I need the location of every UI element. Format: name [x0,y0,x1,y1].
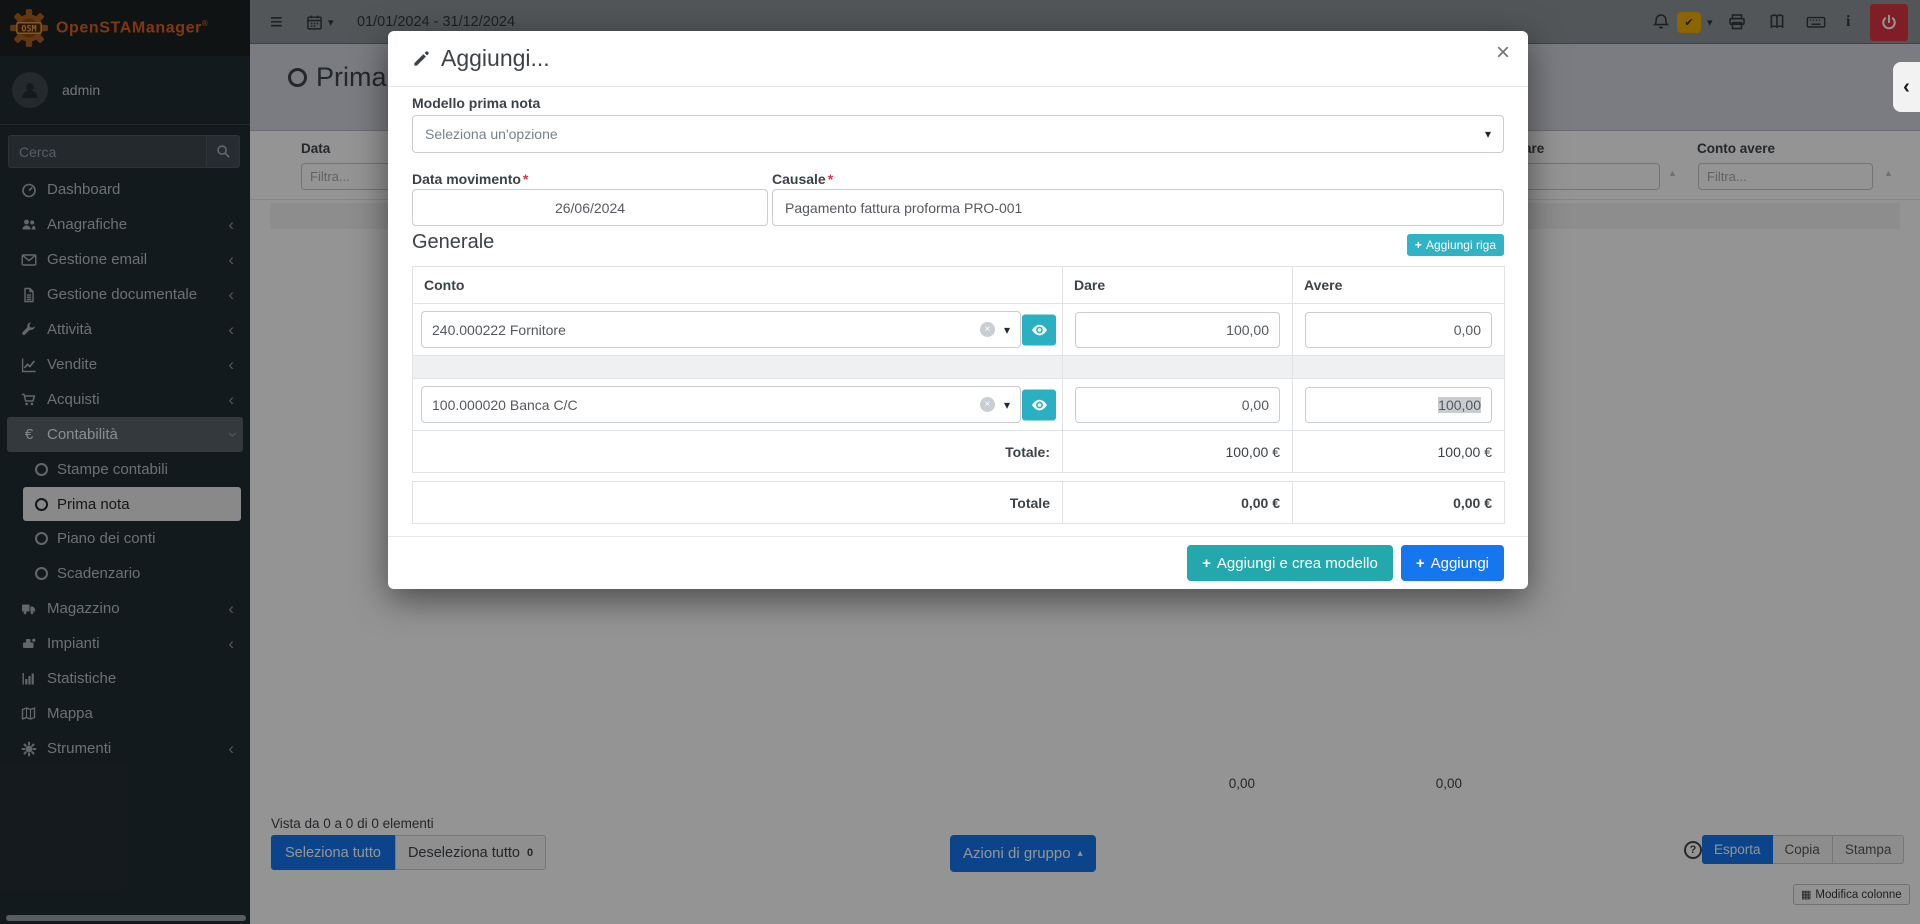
dare-input-row1[interactable] [1075,312,1280,348]
conto-value: 100.000020 Banca C/C [432,397,578,413]
plus-icon: + [1415,238,1422,252]
clear-icon[interactable]: × [980,322,995,337]
caret-down-icon: ▾ [1485,127,1491,141]
conto-select-row1[interactable]: 240.000222 Fornitore × ▾ [421,311,1021,348]
required-mark: * [523,171,528,187]
right-panel-toggle[interactable]: ‹ [1893,62,1920,112]
date-input[interactable] [412,189,768,226]
add-and-create-template-button[interactable]: + Aggiungi e crea modello [1187,545,1393,581]
grand-total-row: Totale 0,00 € 0,00 € [413,482,1505,524]
subtotal-dare: 100,00 € [1063,431,1293,473]
modal-footer: + Aggiungi e crea modello + Aggiungi [1187,545,1504,581]
modal-title: Aggiungi... [441,45,550,72]
view-account-button[interactable] [1022,314,1056,345]
add-prima-nota-modal: Aggiungi... × Modello prima nota Selezio… [388,31,1528,589]
subtotal-label: Totale: [413,431,1063,473]
causale-input[interactable] [772,189,1504,226]
dare-input-row2[interactable] [1075,387,1280,423]
modal-header: Aggiungi... [388,31,1528,87]
subtotal-avere: 100,00 € [1293,431,1505,473]
column-header-avere: Avere [1293,267,1505,304]
model-select-placeholder: Seleziona un'opzione [425,126,558,142]
table-row: 100.000020 Banca C/C × ▾ 100,00 [413,379,1505,431]
column-header-conto: Conto [413,267,1063,304]
eye-icon [1031,321,1048,338]
grand-total-table: Totale 0,00 € 0,00 € [412,481,1505,524]
plus-icon: + [1416,555,1425,572]
pencil-icon [412,49,431,68]
add-button[interactable]: + Aggiungi [1401,545,1504,581]
add-row-button[interactable]: + Aggiungi riga [1407,234,1504,256]
journal-rows-table: Conto Dare Avere 240.000222 Fornitore × … [412,266,1505,473]
caret-down-icon: ▾ [1004,398,1010,412]
subtotal-row: Totale: 100,00 € 100,00 € [413,431,1505,473]
caret-down-icon: ▾ [1004,323,1010,337]
date-label: Data movimento* [412,171,528,187]
add-template-label: Aggiungi e crea modello [1217,555,1378,572]
plus-icon: + [1202,555,1211,572]
view-account-button[interactable] [1022,389,1056,420]
avere-input-row2[interactable]: 100,00 [1305,387,1492,423]
table-row: 240.000222 Fornitore × ▾ [413,304,1505,356]
column-header-dare: Dare [1063,267,1293,304]
close-icon[interactable]: × [1496,41,1510,65]
model-label: Modello prima nota [412,95,540,111]
model-select[interactable]: Seleziona un'opzione ▾ [412,115,1504,153]
avere-input-row1[interactable] [1305,312,1492,348]
grand-total-dare: 0,00 € [1063,482,1293,524]
selected-text: 100,00 [1438,397,1481,413]
clear-icon[interactable]: × [980,397,995,412]
conto-value: 240.000222 Fornitore [432,322,566,338]
conto-select-row2[interactable]: 100.000020 Banca C/C × ▾ [421,386,1021,423]
add-row-label: Aggiungi riga [1426,238,1496,252]
add-label: Aggiungi [1431,555,1489,572]
required-mark: * [828,171,833,187]
stripe-row [413,356,1505,379]
section-title: Generale [412,231,494,254]
modal-footer-divider [388,536,1528,537]
chevron-left-icon: ‹ [1903,76,1910,99]
grand-total-label: Totale [413,482,1063,524]
eye-icon [1031,396,1048,413]
causale-label: Causale* [772,171,833,187]
grand-total-avere: 0,00 € [1293,482,1505,524]
